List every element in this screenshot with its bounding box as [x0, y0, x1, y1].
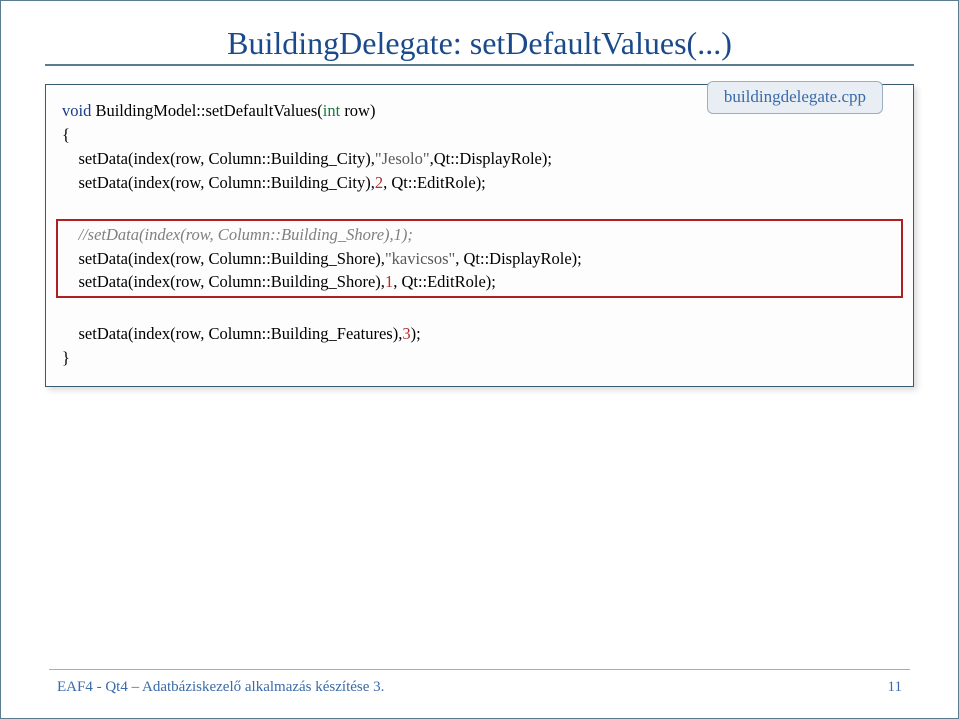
- code-text: setData(index(row, Column::Building_Feat…: [62, 324, 402, 343]
- code-text: setData(index(row, Column::Building_City…: [62, 173, 375, 192]
- code-line: {: [62, 123, 897, 147]
- number-literal: 1: [385, 272, 393, 291]
- page-title: BuildingDelegate: setDefaultValues(...): [45, 25, 914, 62]
- highlight-box: //setData(index(row, Column::Building_Sh…: [56, 219, 903, 299]
- page-number: 11: [888, 679, 902, 696]
- blank-line: [62, 195, 897, 219]
- code-text: row): [340, 101, 375, 120]
- code-line: setData(index(row, Column::Building_Shor…: [62, 270, 897, 294]
- code-line: //setData(index(row, Column::Building_Sh…: [62, 223, 897, 247]
- filename-badge: buildingdelegate.cpp: [707, 81, 883, 114]
- slide-container: BuildingDelegate: setDefaultValues(...) …: [0, 0, 959, 719]
- title-bar: BuildingDelegate: setDefaultValues(...): [45, 25, 914, 66]
- code-text: setData(index(row, Column::Building_Shor…: [62, 249, 385, 268]
- code-line: setData(index(row, Column::Building_Shor…: [62, 247, 897, 271]
- footer-divider: [49, 669, 910, 670]
- string-literal: "Jesolo": [375, 149, 430, 168]
- code-text: , Qt::EditRole);: [383, 173, 486, 192]
- code-line: setData(index(row, Column::Building_City…: [62, 147, 897, 171]
- number-literal: 3: [402, 324, 410, 343]
- code-text: );: [411, 324, 421, 343]
- comment: //setData(index(row, Column::Building_Sh…: [62, 225, 413, 244]
- footer-text: EAF4 - Qt4 – Adatbáziskezelő alkalmazás …: [57, 679, 384, 696]
- string-literal: "kavicsos": [385, 249, 455, 268]
- keyword-void: void: [62, 101, 91, 120]
- code-block: buildingdelegate.cpp void BuildingModel:…: [45, 84, 914, 387]
- code-text: ,Qt::DisplayRole);: [430, 149, 552, 168]
- code-text: , Qt::DisplayRole);: [455, 249, 582, 268]
- code-text: setData(index(row, Column::Building_Shor…: [62, 272, 385, 291]
- code-text: , Qt::EditRole);: [393, 272, 496, 291]
- code-text: BuildingModel::setDefaultValues(: [91, 101, 322, 120]
- number-literal: 2: [375, 173, 383, 192]
- keyword-int: int: [323, 101, 340, 120]
- footer: EAF4 - Qt4 – Adatbáziskezelő alkalmazás …: [1, 679, 958, 696]
- code-line: setData(index(row, Column::Building_Feat…: [62, 322, 897, 346]
- code-line: setData(index(row, Column::Building_City…: [62, 171, 897, 195]
- code-line: }: [62, 346, 897, 370]
- blank-line: [62, 298, 897, 322]
- code-text: setData(index(row, Column::Building_City…: [62, 149, 375, 168]
